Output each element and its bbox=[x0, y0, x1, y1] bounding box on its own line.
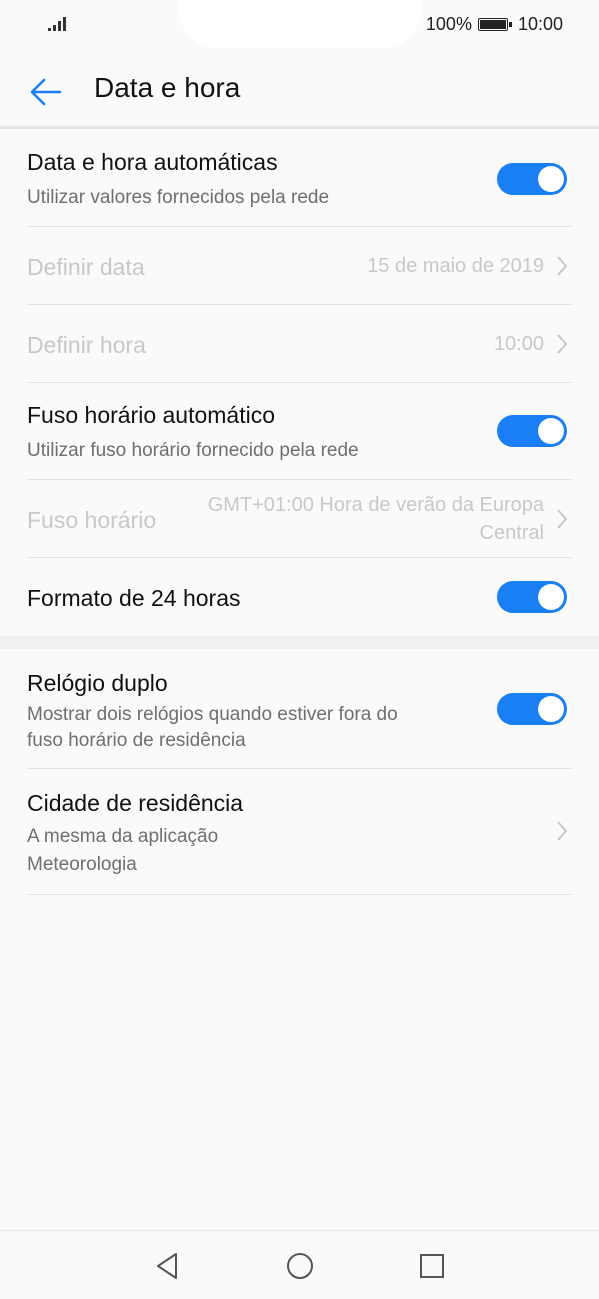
toggle-knob bbox=[538, 696, 564, 722]
format-24h-label: Formato de 24 horas bbox=[27, 585, 241, 611]
dual-clock-sub-line1: Mostrar dois relógios quando estiver for… bbox=[27, 704, 398, 725]
page-title: Data e hora bbox=[94, 72, 241, 103]
chevron-right-icon bbox=[557, 256, 568, 276]
auto-timezone-toggle[interactable] bbox=[497, 415, 567, 447]
chevron-right-icon bbox=[557, 821, 568, 841]
auto-datetime-toggle[interactable] bbox=[497, 163, 567, 195]
set-time-row: Definir hora 10:00 bbox=[27, 305, 572, 383]
dual-clock-label: Relógio duplo bbox=[27, 670, 168, 696]
signal-icon bbox=[48, 17, 66, 31]
home-city-label: Cidade de residência bbox=[27, 790, 244, 816]
auto-timezone-label: Fuso horário automático bbox=[27, 402, 276, 428]
recents-square-icon[interactable] bbox=[415, 1249, 449, 1283]
status-right: 100% 10:00 bbox=[426, 14, 563, 35]
set-time-label: Definir hora bbox=[27, 332, 146, 358]
battery-percent: 100% bbox=[425, 14, 472, 34]
home-city-sub-line2: Meteorologia bbox=[27, 854, 137, 875]
notch bbox=[178, 0, 422, 48]
auto-datetime-label: Data e hora automáticas bbox=[27, 149, 278, 175]
timezone-value-line2: Central bbox=[479, 522, 544, 544]
battery-icon bbox=[477, 18, 512, 31]
chevron-right-icon bbox=[557, 334, 568, 354]
chevron-right-icon bbox=[557, 509, 568, 529]
set-date-label: Definir data bbox=[27, 254, 145, 280]
set-date-row: Definir data 15 de maio de 2019 bbox=[27, 227, 572, 305]
format-24h-toggle[interactable] bbox=[497, 581, 567, 613]
dual-clock-toggle[interactable] bbox=[497, 693, 567, 725]
toggle-knob bbox=[538, 166, 564, 192]
set-time-value: 10:00 bbox=[493, 333, 544, 355]
home-city-sub-line1: A mesma da aplicação bbox=[27, 826, 219, 847]
dual-clock-sub-line2: fuso horário de residência bbox=[27, 730, 246, 751]
timezone-label: Fuso horário bbox=[27, 507, 157, 533]
auto-timezone-sub: Utilizar fuso horário fornecido pela red… bbox=[27, 440, 359, 461]
back-triangle-icon[interactable] bbox=[150, 1249, 184, 1283]
set-date-value: 15 de maio de 2019 bbox=[367, 255, 544, 277]
clock: 10:00 bbox=[517, 14, 563, 34]
back-arrow-icon[interactable] bbox=[28, 74, 64, 110]
toggle-knob bbox=[538, 418, 564, 444]
auto-timezone-row[interactable]: Fuso horário automático Utilizar fuso ho… bbox=[27, 383, 572, 480]
dual-clock-row[interactable]: Relógio duplo Mostrar dois relógios quan… bbox=[27, 649, 572, 769]
timezone-value-line1: GMT+01:00 Hora de verão da Europa bbox=[207, 494, 544, 516]
home-circle-icon[interactable] bbox=[283, 1249, 317, 1283]
status-bar: 100% 10:00 bbox=[0, 0, 599, 50]
timezone-row: Fuso horário GMT+01:00 Hora de verão da … bbox=[27, 480, 572, 558]
auto-datetime-sub: Utilizar valores fornecidos pela rede bbox=[27, 187, 330, 208]
home-city-row[interactable]: Cidade de residência A mesma da aplicaçã… bbox=[27, 769, 572, 895]
format-24h-row[interactable]: Formato de 24 horas bbox=[27, 558, 572, 636]
auto-datetime-row[interactable]: Data e hora automáticas Utilizar valores… bbox=[27, 129, 572, 227]
navigation-bar bbox=[0, 1230, 599, 1299]
section-divider bbox=[0, 636, 599, 649]
toggle-knob bbox=[538, 584, 564, 610]
app-bar: Data e hora bbox=[0, 58, 599, 126]
